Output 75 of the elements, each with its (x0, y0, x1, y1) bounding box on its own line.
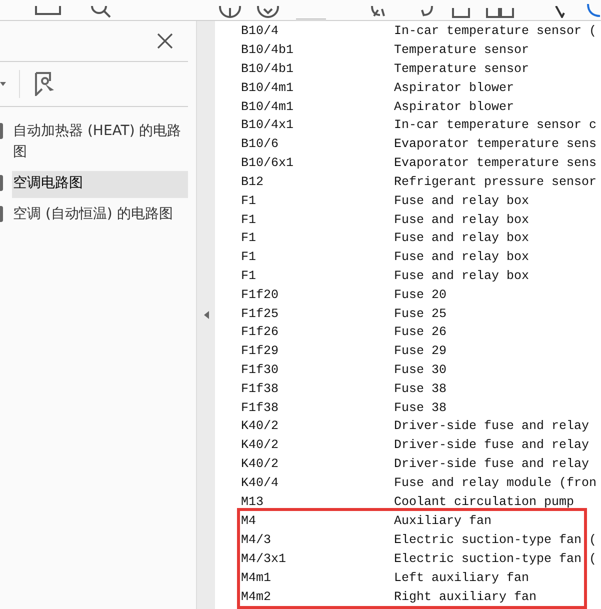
part-description: In-car temperature sensor ( (394, 24, 597, 38)
part-description: Auxiliary fan (394, 514, 492, 528)
bookmark-item[interactable]: 自动加热器 (HEAT) 的电路图 (12, 119, 188, 167)
part-code: K40/2 (241, 457, 280, 472)
part-code: F1 (241, 212, 258, 227)
part-description: Fuse 29 (394, 344, 447, 358)
part-code: B10/4b1 (241, 62, 295, 76)
part-code: B12 (241, 174, 265, 189)
part-code: B10/6x1 (241, 156, 295, 170)
part-code: K40/4 (241, 476, 280, 490)
part-code: F1f38 (241, 382, 280, 396)
bookmark-icon[interactable] (34, 72, 56, 96)
part-code: F1f25 (241, 306, 280, 321)
part-description: Temperature sensor (394, 43, 530, 58)
part-code: B10/6 (241, 137, 280, 152)
collapse-arrow-icon[interactable] (204, 311, 208, 319)
part-code: B10/4m1 (241, 80, 295, 95)
part-description: Fuse 26 (394, 325, 447, 340)
expand-marker-icon[interactable] (0, 175, 3, 191)
bookmark-item[interactable]: 空调 (自动恒温) 的电路图 (12, 202, 188, 229)
part-description: Left auxiliary fan (394, 570, 530, 585)
part-code: F1 (241, 250, 258, 264)
part-code: M4 (241, 514, 258, 528)
part-code: K40/2 (241, 438, 280, 452)
expand-marker-icon[interactable] (0, 123, 3, 139)
part-description: Fuse 20 (394, 288, 447, 302)
part-code: B10/4b1 (241, 43, 295, 58)
part-code: B10/4x1 (241, 118, 295, 132)
part-description: In-car temperature sensor c (394, 118, 597, 132)
part-code: M4/3x1 (241, 552, 288, 566)
part-description: Fuse and relay box (394, 194, 530, 208)
part-description: Temperature sensor (394, 62, 530, 76)
part-code: B10/4 (241, 24, 280, 38)
close-button[interactable] (156, 32, 174, 50)
part-code: F1 (241, 231, 258, 246)
single-page-icon[interactable] (452, 8, 470, 18)
part-description: Fuse and relay box (394, 212, 530, 227)
part-description: Fuse and relay module (fron (394, 476, 597, 490)
part-code: B10/4m1 (241, 100, 295, 114)
part-description: Evaporator temperature sens (394, 137, 597, 152)
part-description: Fuse and relay box (394, 268, 530, 283)
part-code: F1 (241, 194, 258, 208)
part-code: F1f20 (241, 288, 280, 302)
part-code: F1 (241, 268, 258, 283)
part-description: Right auxiliary fan (394, 590, 537, 604)
bookmark-item[interactable]: 空调电路图 (12, 171, 188, 198)
part-description: Aspirator blower (394, 100, 514, 114)
caret-icon[interactable] (0, 82, 6, 86)
part-code: M4/3 (241, 532, 272, 547)
search-icon[interactable] (90, 6, 112, 18)
two-page-icon[interactable] (486, 8, 514, 18)
part-code: K40/2 (241, 419, 280, 434)
part-description: Driver-side fuse and relay (394, 438, 590, 452)
part-description: Electric suction-type fan ( (394, 532, 597, 547)
part-description: Fuse 25 (394, 306, 447, 321)
part-code: F1f29 (241, 344, 280, 358)
part-description: Fuse 38 (394, 382, 447, 396)
part-description: Driver-side fuse and relay (394, 457, 590, 472)
part-description: Fuse 38 (394, 400, 447, 415)
part-description: Driver-side fuse and relay (394, 419, 590, 434)
part-code: M13 (241, 494, 265, 509)
part-code: F1f30 (241, 363, 280, 378)
part-code: M4m2 (241, 590, 272, 604)
part-code: F1f26 (241, 325, 280, 340)
part-description: Evaporator temperature sens (394, 156, 597, 170)
part-description: Aspirator blower (394, 80, 514, 95)
part-code: M4m1 (241, 570, 272, 585)
part-code: F1f38 (241, 400, 280, 415)
part-description: Coolant circulation pump (394, 494, 574, 509)
part-description: Fuse and relay box (394, 231, 530, 246)
part-description: Electric suction-type fan ( (394, 552, 597, 566)
part-description: Fuse 30 (394, 363, 447, 378)
part-description: Refrigerant pressure sensor (394, 174, 597, 189)
part-description: Fuse and relay box (394, 250, 530, 264)
expand-marker-icon[interactable] (0, 206, 3, 222)
